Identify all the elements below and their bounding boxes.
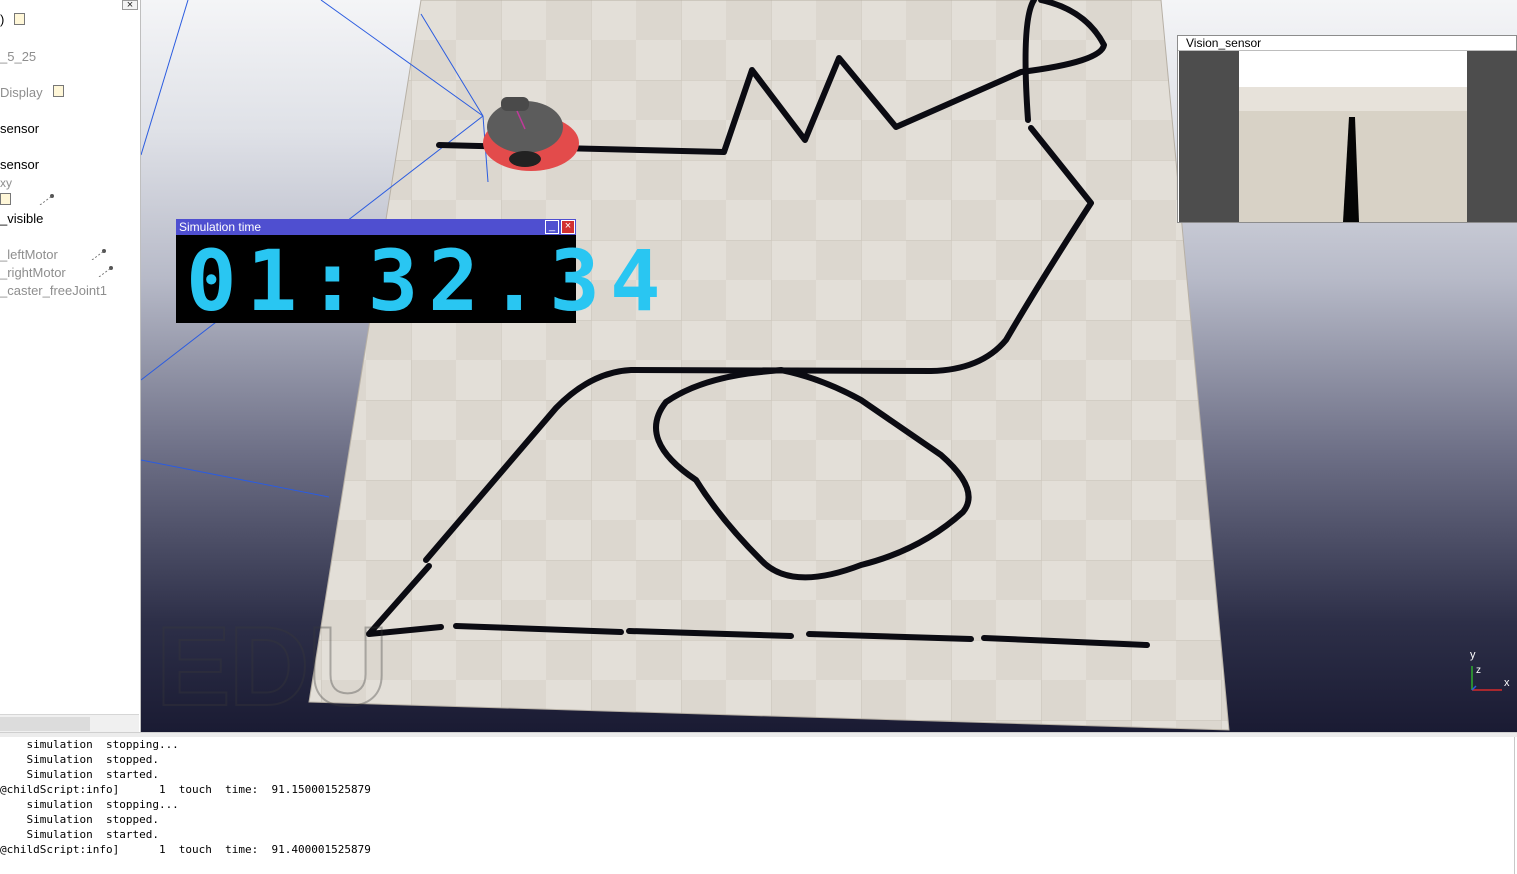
script-icon[interactable] xyxy=(0,193,11,205)
console-line: Simulation stopped. xyxy=(0,753,159,766)
vision-sensor-title: Vision_sensor xyxy=(1186,36,1262,50)
hierarchy-item[interactable]: _caster_freeJoint1 xyxy=(0,283,107,298)
hierarchy-item[interactable]: Display xyxy=(0,85,43,100)
hierarchy-item[interactable]: _visible xyxy=(0,211,43,226)
console-line: Simulation stopped. xyxy=(0,813,159,826)
console-line: simulation stopping... xyxy=(0,738,179,751)
axis-x-label: x xyxy=(1504,677,1510,689)
hierarchy-item[interactable]: _rightMotor xyxy=(0,265,66,280)
hierarchy-item[interactable]: xy xyxy=(0,176,12,190)
status-console[interactable]: simulation stopping... Simulation stoppe… xyxy=(0,737,1517,874)
joint-icon[interactable] xyxy=(38,193,54,205)
scrollbar-thumb[interactable] xyxy=(0,717,90,731)
sim-time-value: 01:32.34 xyxy=(186,232,671,330)
edu-watermark: EDU xyxy=(156,604,386,729)
axis-indicator: y z x xyxy=(1470,649,1510,691)
axis-y-label: y xyxy=(1470,649,1476,661)
scene-viewport[interactable]: EDU Simulation time _ × 01:32.34 Vision_… xyxy=(141,0,1517,732)
script-icon[interactable] xyxy=(14,13,25,25)
hierarchy-item[interactable]: sensor xyxy=(0,121,39,136)
vision-sensor-titlebar[interactable]: Vision_sensor xyxy=(1178,36,1516,51)
close-icon[interactable]: × xyxy=(122,0,138,11)
vision-sensor-image xyxy=(1179,51,1517,222)
console-line: simulation stopping... xyxy=(0,798,179,811)
console-line: Simulation started. xyxy=(0,828,159,841)
floor-plane xyxy=(309,0,1229,730)
scene-hierarchy-panel[interactable]: × ) _5_25 Display sensor sensor xy _visi… xyxy=(0,0,141,732)
joint-icon[interactable] xyxy=(90,248,106,260)
console-line: @childScript:info] 1 touch time: 91.4000… xyxy=(0,843,371,856)
hierarchy-item[interactable]: ) xyxy=(0,12,4,27)
simulation-time-window[interactable]: Simulation time _ × 01:32.34 xyxy=(176,219,671,330)
hierarchy-item[interactable]: _leftMotor xyxy=(0,247,58,262)
joint-icon[interactable] xyxy=(97,265,113,277)
console-line: Simulation started. xyxy=(0,768,159,781)
script-icon[interactable] xyxy=(53,85,64,97)
hierarchy-item[interactable]: sensor xyxy=(0,157,39,172)
console-line: @childScript:info] 1 touch time: 91.1500… xyxy=(0,783,371,796)
axis-z-label: z xyxy=(1476,665,1481,676)
hierarchy-item[interactable]: _5_25 xyxy=(0,49,36,64)
vision-sensor-window[interactable]: Vision_sensor xyxy=(1177,35,1517,223)
horizontal-scrollbar[interactable] xyxy=(0,714,139,732)
